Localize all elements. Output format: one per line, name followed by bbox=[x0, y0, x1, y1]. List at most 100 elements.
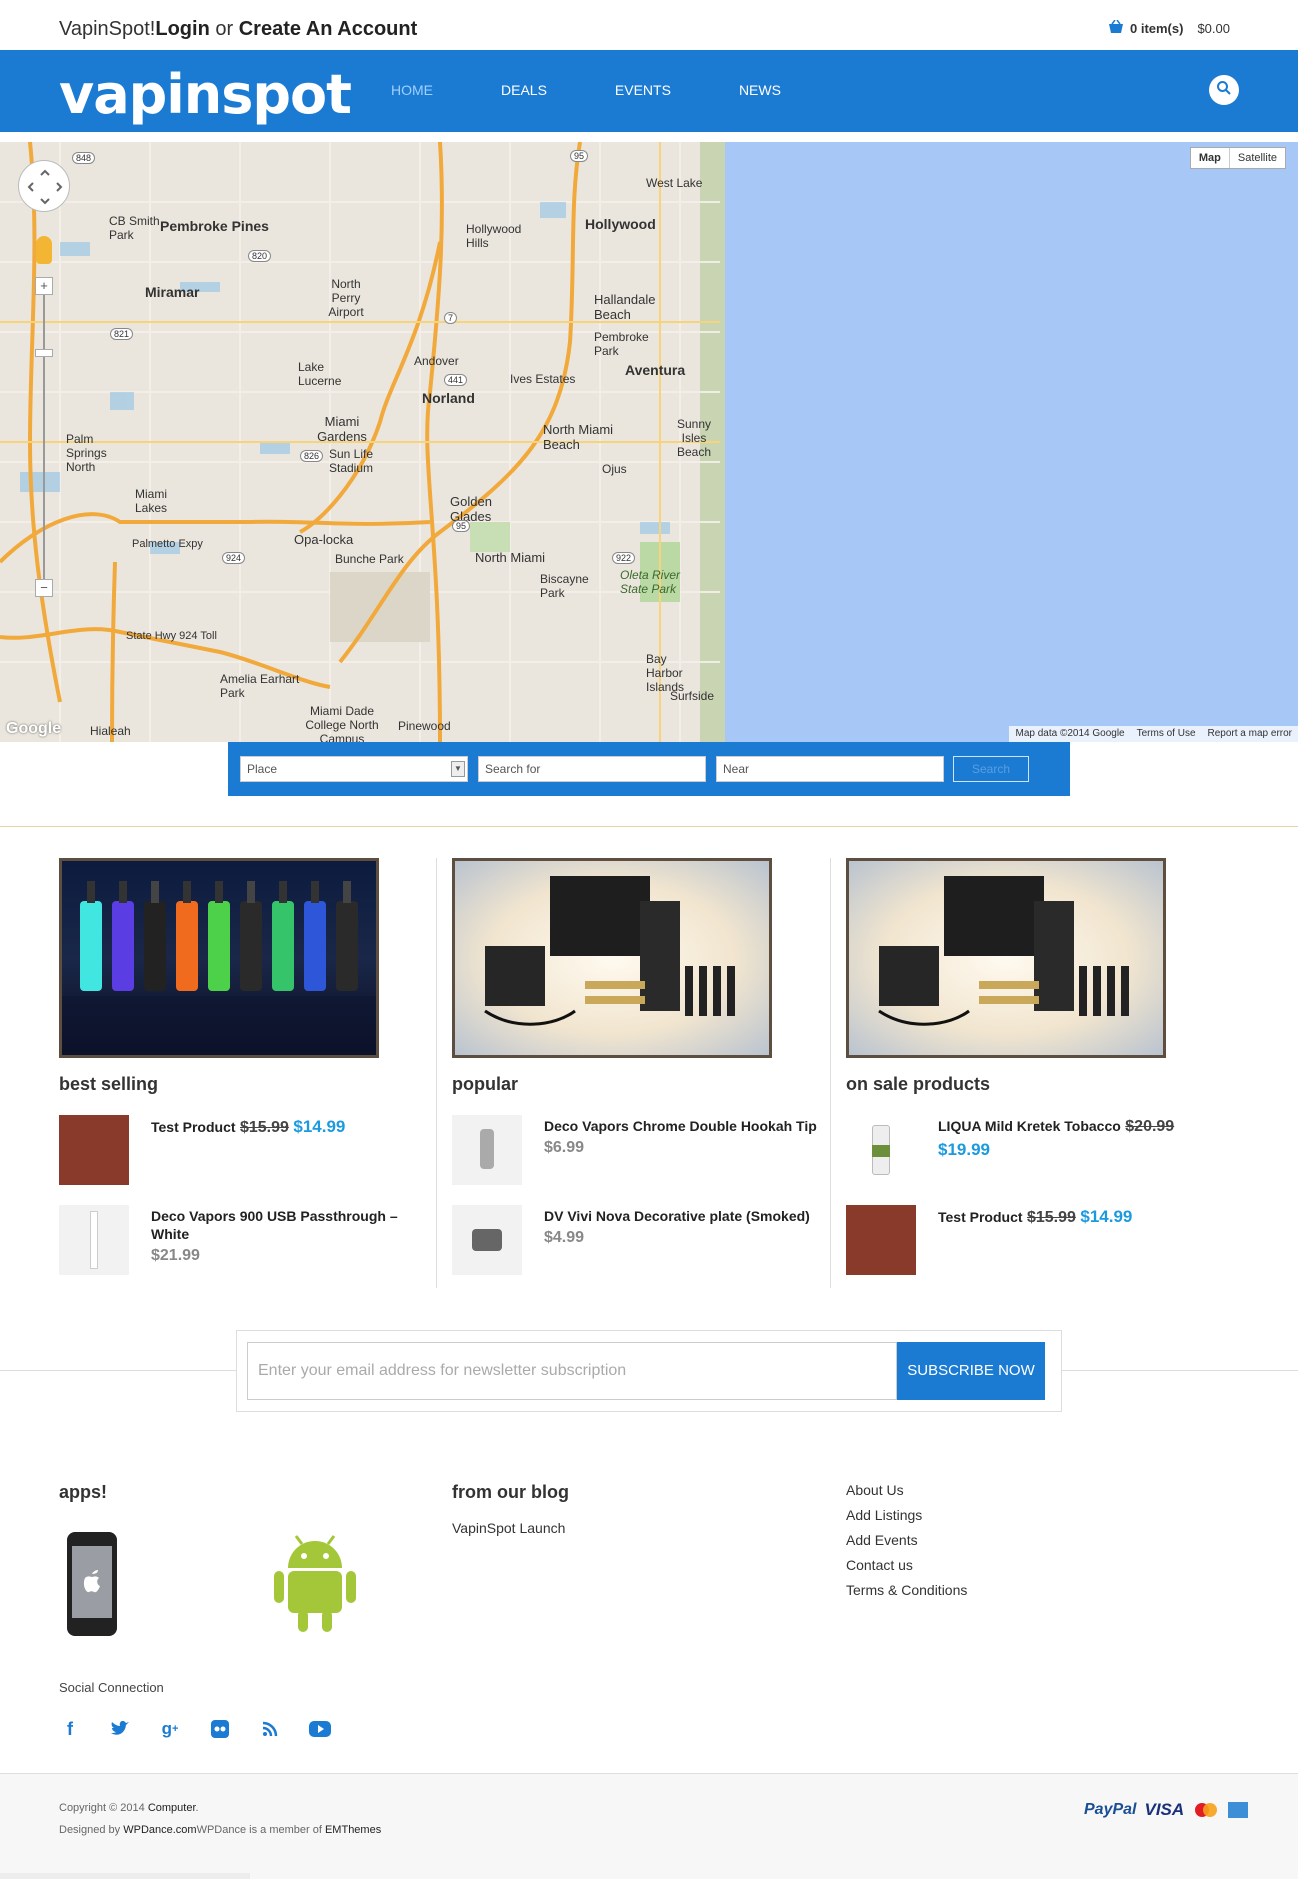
product-item[interactable]: Deco Vapors Chrome Double Hookah Tip $6.… bbox=[452, 1115, 846, 1185]
designed-by-prefix: Designed by bbox=[59, 1824, 121, 1836]
flickr-icon[interactable] bbox=[209, 1718, 231, 1740]
map-label: State Hwy 924 Toll bbox=[126, 630, 217, 642]
place-select[interactable]: Place ▼ bbox=[240, 756, 468, 782]
section-divider bbox=[0, 826, 1298, 827]
search-for-input[interactable]: Search for bbox=[478, 756, 706, 782]
product-thumbnail[interactable] bbox=[846, 1205, 916, 1275]
route-shield: 826 bbox=[300, 450, 324, 462]
route-shield: 924 bbox=[222, 552, 246, 564]
nav-deals[interactable]: DEALS bbox=[501, 82, 547, 98]
map-label: Sun Life Stadium bbox=[328, 447, 374, 475]
zoom-out-button[interactable]: − bbox=[35, 579, 53, 597]
apps-title: apps! bbox=[59, 1482, 108, 1502]
route-shield: 848 bbox=[72, 152, 96, 164]
footer-link-about[interactable]: About Us bbox=[846, 1482, 967, 1498]
route-shield: 821 bbox=[110, 328, 134, 340]
product-thumbnail[interactable] bbox=[59, 1115, 129, 1185]
product-thumbnail[interactable] bbox=[846, 1115, 916, 1185]
product-item[interactable]: Test Product $15.99 $14.99 bbox=[846, 1205, 1240, 1275]
map-label: Hialeah bbox=[90, 724, 131, 738]
emthemes-link[interactable]: EMThemes bbox=[325, 1824, 381, 1836]
create-account-link[interactable]: Create An Account bbox=[239, 18, 418, 40]
rss-icon[interactable] bbox=[259, 1718, 281, 1740]
zoom-slider-track[interactable] bbox=[43, 289, 45, 579]
footer-link-add-listings[interactable]: Add Listings bbox=[846, 1507, 967, 1523]
product-item[interactable]: LIQUA Mild Kretek Tobacco $20.99 $19.99 bbox=[846, 1115, 1240, 1185]
map-label: Hallandale Beach bbox=[594, 292, 656, 322]
karma-kit-banner[interactable] bbox=[452, 858, 772, 1058]
google-plus-icon[interactable]: g + bbox=[159, 1718, 181, 1740]
route-shield: 95 bbox=[452, 520, 471, 532]
nav-news[interactable]: NEWS bbox=[739, 82, 781, 98]
subscribe-button[interactable]: SUBSCRIBE NOW bbox=[897, 1342, 1045, 1400]
product-item[interactable]: Test Product $15.99 $14.99 bbox=[59, 1115, 453, 1185]
map-label: Sunny Isles Beach bbox=[676, 417, 712, 459]
map-pan-control[interactable] bbox=[18, 160, 70, 212]
map-label: Pembroke Park bbox=[594, 330, 649, 358]
footer-link-contact[interactable]: Contact us bbox=[846, 1557, 967, 1573]
wpdance-link[interactable]: WPDance.com bbox=[123, 1824, 196, 1836]
street-view-pegman-icon[interactable] bbox=[36, 236, 52, 264]
route-shield: 7 bbox=[444, 312, 458, 324]
copyright-link[interactable]: Computer bbox=[148, 1802, 196, 1814]
product-name[interactable]: Test Product bbox=[151, 1119, 236, 1135]
near-input[interactable]: Near bbox=[716, 756, 944, 782]
product-price: $4.99 bbox=[544, 1229, 585, 1246]
product-name[interactable]: Test Product bbox=[938, 1209, 1023, 1225]
product-old-price: $20.99 bbox=[1125, 1118, 1175, 1135]
map-label: Ojus bbox=[602, 462, 627, 476]
google-logo[interactable]: Google bbox=[6, 720, 61, 738]
on-sale-column: on sale products LIQUA Mild Kretek Tobac… bbox=[846, 858, 1240, 1275]
social-icons: f g + bbox=[59, 1718, 331, 1740]
site-brand-text: VapinSpot! bbox=[59, 18, 156, 40]
wine-bottles-banner[interactable] bbox=[59, 858, 379, 1058]
map-type-switch: Map Satellite bbox=[1189, 147, 1286, 169]
map-label: Opa-locka bbox=[294, 532, 354, 547]
column-title: on sale products bbox=[846, 1074, 991, 1094]
footer-link-add-events[interactable]: Add Events bbox=[846, 1532, 967, 1548]
report-map-error-link[interactable]: Report a map error bbox=[1208, 728, 1292, 740]
nav-events[interactable]: EVENTS bbox=[615, 82, 671, 98]
youtube-icon[interactable] bbox=[309, 1718, 331, 1740]
listing-search-bar: Place ▼ Search for Near Search bbox=[228, 742, 1070, 796]
blog-post-link[interactable]: VapinSpot Launch bbox=[452, 1520, 565, 1536]
best-selling-column: best selling Test Product $15.99 $14.99 … bbox=[59, 858, 453, 1275]
product-name[interactable]: Deco Vapors Chrome Double Hookah Tip bbox=[544, 1117, 824, 1135]
site-logo[interactable]: vapinspot bbox=[59, 68, 352, 122]
product-item[interactable]: DV Vivi Nova Decorative plate (Smoked) $… bbox=[452, 1205, 846, 1275]
karma-kit-banner[interactable] bbox=[846, 858, 1166, 1058]
iphone-app-icon[interactable] bbox=[67, 1532, 117, 1636]
map-zoom-control: + − bbox=[34, 277, 54, 597]
login-link[interactable]: Login bbox=[155, 18, 209, 40]
dropdown-arrow-icon: ▼ bbox=[451, 761, 465, 777]
product-name[interactable]: DV Vivi Nova Decorative plate (Smoked) bbox=[544, 1207, 824, 1225]
zoom-in-button[interactable]: + bbox=[35, 277, 53, 295]
terms-of-use-link[interactable]: Terms of Use bbox=[1137, 728, 1196, 740]
product-name[interactable]: LIQUA Mild Kretek Tobacco bbox=[938, 1118, 1121, 1134]
map-label: Andover bbox=[414, 354, 459, 368]
cart-summary[interactable]: 0 item(s) $0.00 bbox=[1108, 19, 1230, 37]
map-type-map-button[interactable]: Map bbox=[1191, 148, 1230, 168]
apple-logo-icon bbox=[83, 1570, 100, 1593]
product-name[interactable]: Deco Vapors 900 USB Passthrough – White bbox=[151, 1207, 431, 1243]
map-label: Pembroke Pines bbox=[160, 218, 269, 234]
copyright-text: Copyright © 2014 Computer. Designed by W… bbox=[59, 1802, 382, 1836]
footer-link-terms[interactable]: Terms & Conditions bbox=[846, 1582, 967, 1598]
facebook-icon[interactable]: f bbox=[59, 1718, 81, 1740]
map-label: CB Smith Park bbox=[109, 214, 160, 242]
zoom-slider-handle[interactable] bbox=[35, 349, 53, 357]
product-price: $6.99 bbox=[544, 1139, 585, 1156]
android-app-icon[interactable] bbox=[270, 1530, 360, 1639]
product-thumbnail[interactable] bbox=[59, 1205, 129, 1275]
header-search-button[interactable] bbox=[1209, 75, 1239, 105]
map-view[interactable]: Pembroke Pines Miramar Hollywood Halland… bbox=[0, 142, 1298, 742]
map-attribution: Map data ©2014 Google Terms of Use Repor… bbox=[1009, 726, 1298, 742]
product-thumbnail[interactable] bbox=[452, 1205, 522, 1275]
product-item[interactable]: Deco Vapors 900 USB Passthrough – White … bbox=[59, 1205, 453, 1275]
map-type-satellite-button[interactable]: Satellite bbox=[1230, 148, 1285, 168]
newsletter-email-input[interactable]: Enter your email address for newsletter … bbox=[247, 1342, 897, 1400]
twitter-icon[interactable] bbox=[109, 1718, 131, 1740]
search-submit-button[interactable]: Search bbox=[953, 756, 1029, 782]
product-thumbnail[interactable] bbox=[452, 1115, 522, 1185]
nav-home[interactable]: HOME bbox=[391, 82, 433, 98]
